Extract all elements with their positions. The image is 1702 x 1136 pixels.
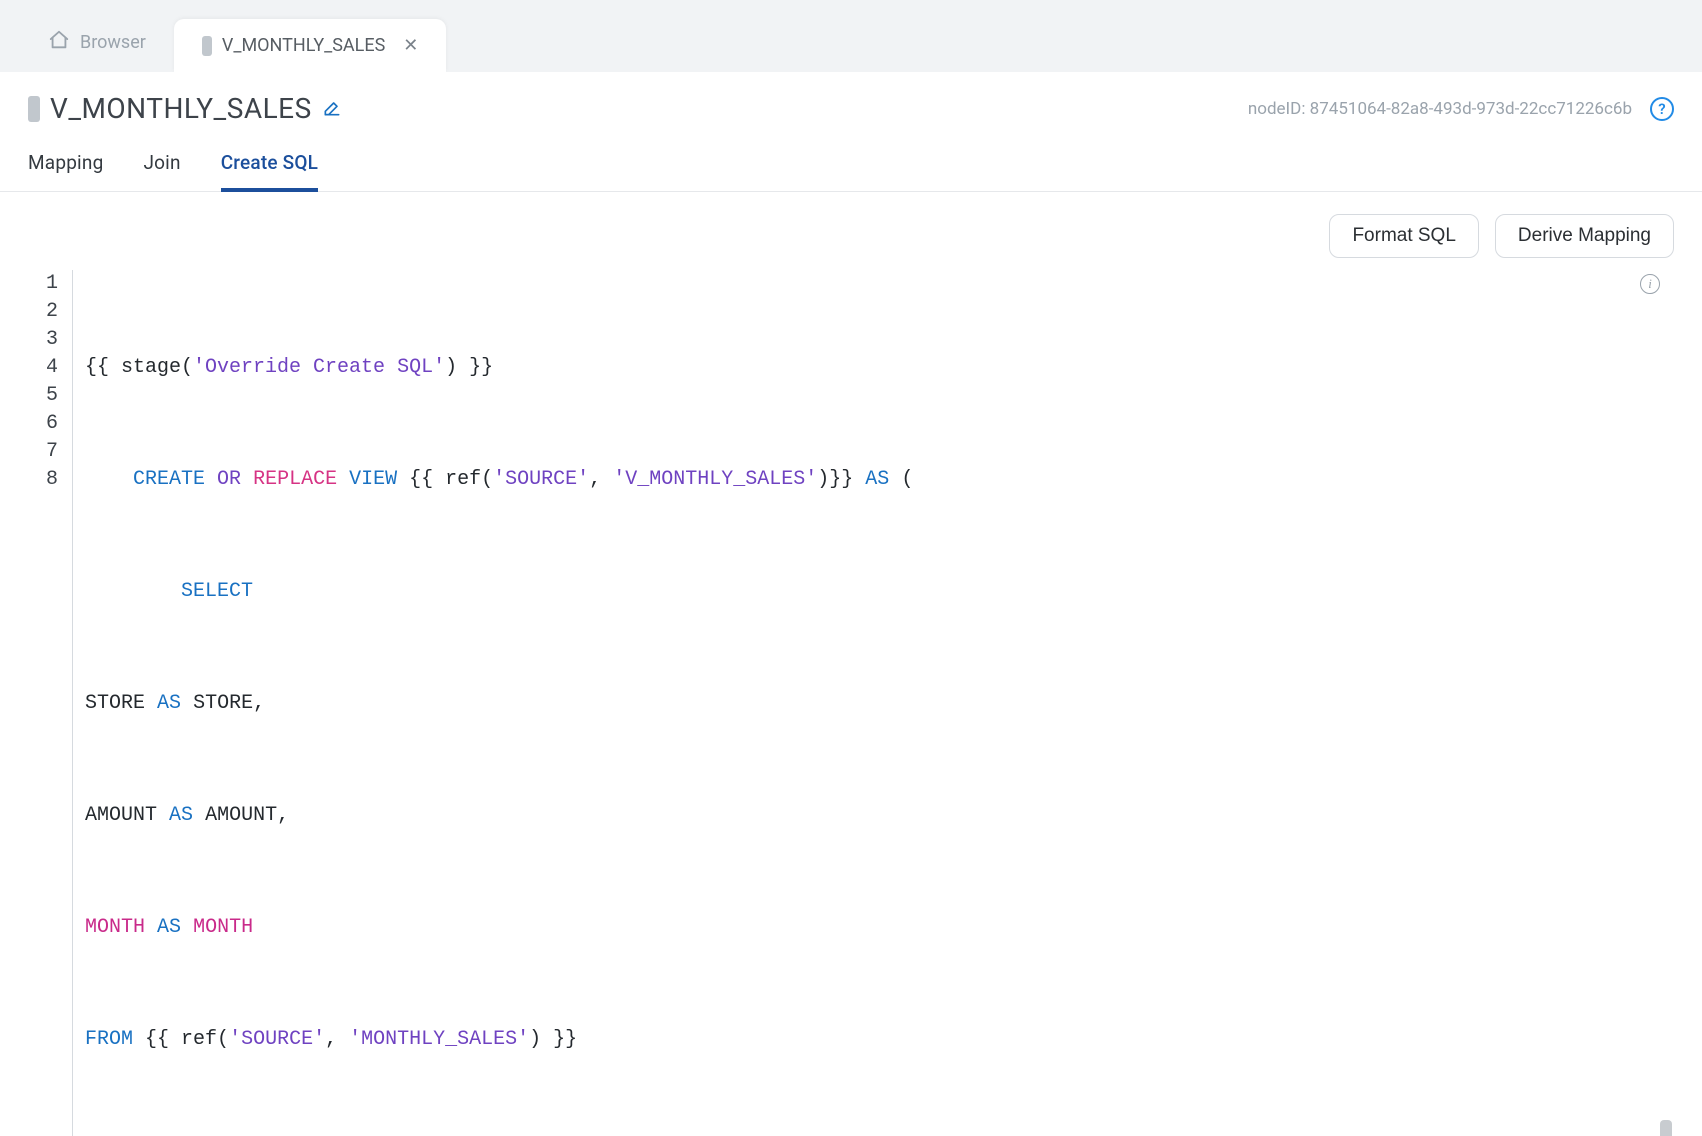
line-number: 4 <box>28 354 58 382</box>
edit-icon[interactable] <box>322 92 342 125</box>
line-number: 3 <box>28 326 58 354</box>
editor-container: i 1 2 3 4 5 6 7 8 {{ stage('Override Cre… <box>0 270 1702 1136</box>
tab-browser-label: Browser <box>80 32 146 53</box>
header-row: V_MONTHLY_SALES nodeID: 87451064-82a8-49… <box>0 72 1702 129</box>
node-title: V_MONTHLY_SALES <box>28 92 342 125</box>
code-line: STORE AS STORE, <box>85 690 1674 718</box>
tab-node-active[interactable]: V_MONTHLY_SALES ✕ <box>174 19 447 72</box>
line-number: 5 <box>28 382 58 410</box>
home-icon <box>48 29 70 56</box>
gutter: 1 2 3 4 5 6 7 8 <box>28 270 72 1136</box>
code-line: {{ stage('Override Create SQL') }} <box>85 354 1674 382</box>
code-line: MONTH AS MONTH <box>85 914 1674 942</box>
tab-create-sql[interactable]: Create SQL <box>221 151 318 192</box>
derive-mapping-button[interactable]: Derive Mapping <box>1495 214 1674 258</box>
help-icon[interactable]: ? <box>1650 97 1674 121</box>
info-icon[interactable]: i <box>1640 274 1660 294</box>
code-line: FROM {{ ref('SOURCE', 'MONTHLY_SALES') }… <box>85 1026 1674 1054</box>
line-number: 8 <box>28 466 58 494</box>
tab-node-label: V_MONTHLY_SALES <box>222 35 385 56</box>
tab-mapping[interactable]: Mapping <box>28 151 103 191</box>
node-glyph-icon <box>202 36 212 56</box>
format-sql-button[interactable]: Format SQL <box>1329 214 1478 258</box>
line-number: 7 <box>28 438 58 466</box>
toolbar: Format SQL Derive Mapping <box>0 192 1702 270</box>
page-title: V_MONTHLY_SALES <box>50 92 312 125</box>
scrollbar-thumb[interactable] <box>1660 1120 1672 1136</box>
node-glyph-icon <box>28 96 40 122</box>
subtabs: Mapping Join Create SQL <box>0 129 1702 192</box>
line-number: 1 <box>28 270 58 298</box>
line-number: 6 <box>28 410 58 438</box>
code-line: SELECT <box>85 578 1674 606</box>
main-panel: V_MONTHLY_SALES nodeID: 87451064-82a8-49… <box>0 72 1702 1136</box>
tab-browser[interactable]: Browser <box>20 13 174 72</box>
code-area[interactable]: {{ stage('Override Create SQL') }} CREAT… <box>72 270 1674 1136</box>
line-number: 2 <box>28 298 58 326</box>
node-id-text: nodeID: 87451064-82a8-493d-973d-22cc7122… <box>1248 99 1632 119</box>
code-line: AMOUNT AS AMOUNT, <box>85 802 1674 830</box>
code-line: CREATE OR REPLACE VIEW {{ ref('SOURCE', … <box>85 466 1674 494</box>
tab-join[interactable]: Join <box>143 151 180 191</box>
node-id: nodeID: 87451064-82a8-493d-973d-22cc7122… <box>1248 97 1674 121</box>
tabstrip: Browser V_MONTHLY_SALES ✕ <box>0 0 1702 72</box>
close-icon[interactable]: ✕ <box>403 35 418 56</box>
sql-editor[interactable]: 1 2 3 4 5 6 7 8 {{ stage('Override Creat… <box>28 270 1674 1136</box>
